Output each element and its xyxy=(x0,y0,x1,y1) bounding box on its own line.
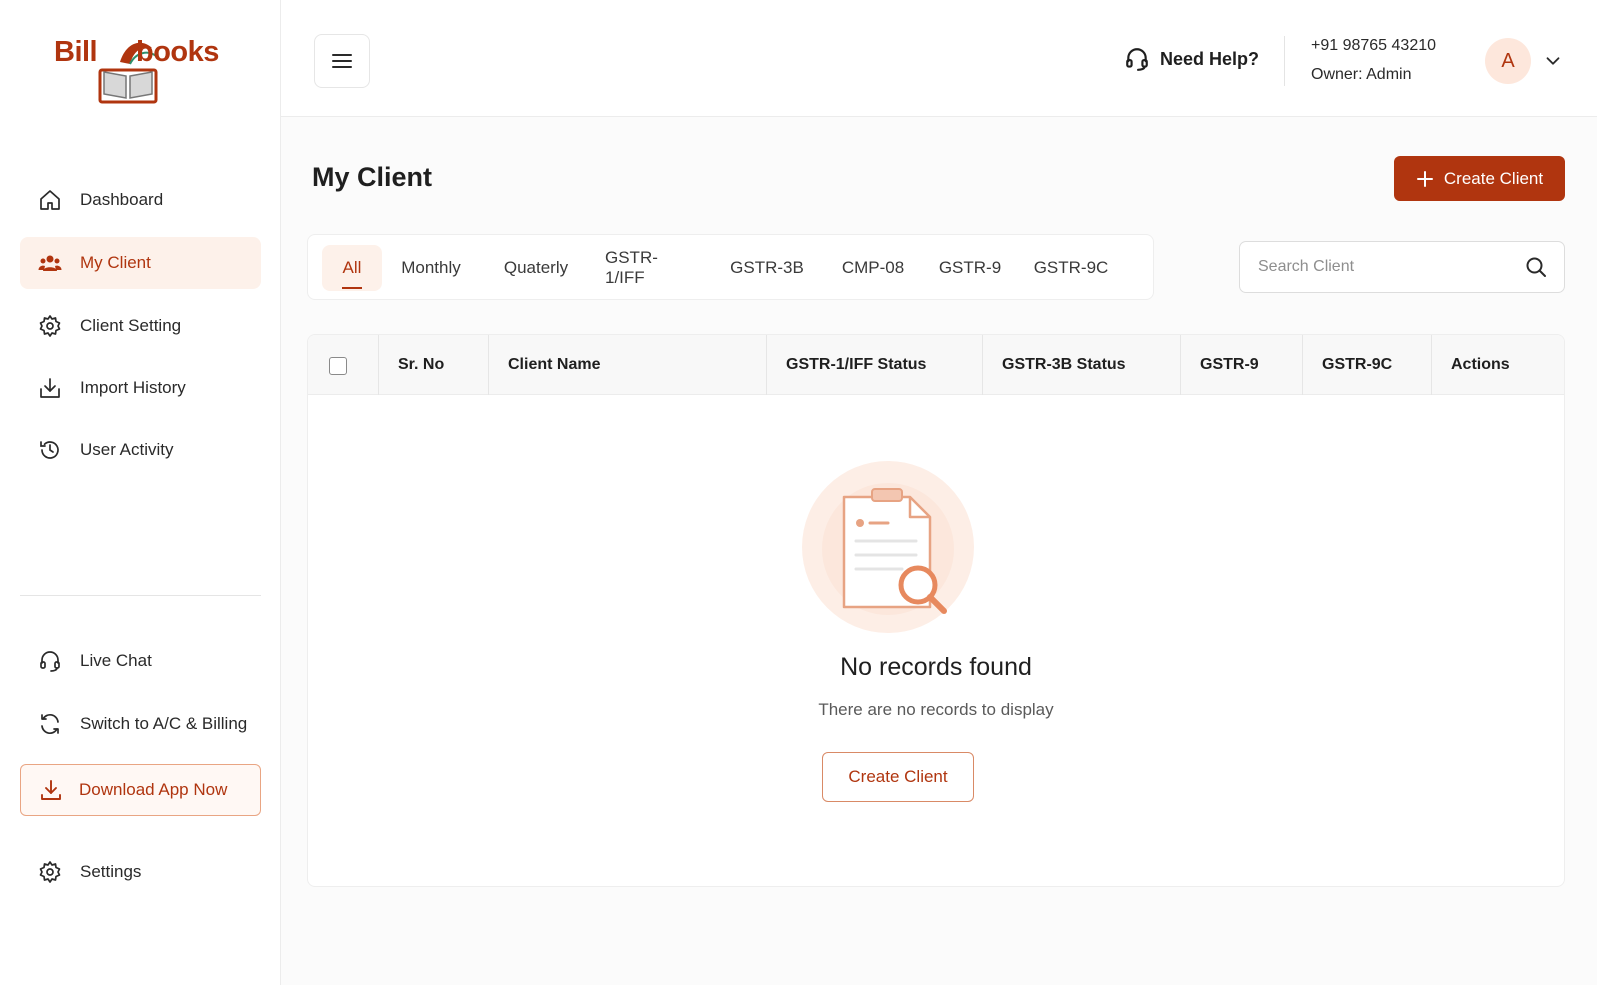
sidebar-item-dashboard[interactable]: Dashboard xyxy=(20,174,261,226)
app-root: Bill books Dashboard My Client Client Se… xyxy=(0,0,1597,985)
download-app-label: Download App Now xyxy=(79,780,228,799)
users-icon xyxy=(38,251,62,275)
logo-text-books: books xyxy=(136,36,219,68)
logo-text-bill: Bill xyxy=(54,36,98,68)
import-icon xyxy=(38,376,62,400)
contact-phone: +91 98765 43210 xyxy=(1311,37,1437,54)
search-input[interactable] xyxy=(1240,242,1510,292)
sidebar-item-label: Switch to A/C & Billing xyxy=(80,714,248,733)
tab-quaterly[interactable]: Quaterly xyxy=(500,245,572,291)
download-app-button[interactable]: Download App Now xyxy=(20,764,261,816)
filter-tabs: All Monthly Quaterly GSTR-1/IFF GSTR-3B … xyxy=(307,234,1154,300)
column-separator xyxy=(1180,335,1181,395)
page-title: My Client xyxy=(312,162,433,192)
column-header-gstr-9c[interactable]: GSTR-9C xyxy=(1322,335,1392,395)
empty-state-subtitle: There are no records to display xyxy=(818,700,1054,719)
sidebar-item-label: Settings xyxy=(80,862,142,881)
owner-label: Owner: Admin xyxy=(1311,66,1412,83)
hamburger-icon xyxy=(332,54,352,68)
sidebar-item-client-setting[interactable]: Client Setting xyxy=(20,300,261,352)
need-help-label: Need Help? xyxy=(1160,48,1260,69)
plus-icon xyxy=(1416,170,1434,188)
tab-cmp-08[interactable]: CMP-08 xyxy=(834,245,912,291)
sidebar: Bill books Dashboard My Client Client Se… xyxy=(0,0,281,985)
hamburger-menu-button[interactable] xyxy=(314,34,370,88)
column-separator xyxy=(1302,335,1303,395)
sidebar-item-my-client[interactable]: My Client xyxy=(20,237,261,289)
column-separator xyxy=(982,335,983,395)
header-divider xyxy=(1284,36,1285,86)
headset-icon xyxy=(1124,46,1150,72)
home-icon xyxy=(38,188,62,212)
table-header: Sr. No Client Name GSTR-1/IFF Status GST… xyxy=(308,335,1564,395)
tab-gstr-1-iff[interactable]: GSTR-1/IFF xyxy=(605,245,695,291)
empty-clipboard-search-icon xyxy=(802,461,974,633)
column-header-client-name[interactable]: Client Name xyxy=(508,335,600,395)
sidebar-item-live-chat[interactable]: Live Chat xyxy=(20,635,261,687)
tab-monthly[interactable]: Monthly xyxy=(396,245,466,291)
column-separator xyxy=(488,335,489,395)
top-header: Need Help? +91 98765 43210 Owner: Admin … xyxy=(281,0,1597,117)
search-icon[interactable] xyxy=(1524,255,1548,279)
create-client-label: Create Client xyxy=(1443,168,1544,188)
tab-gstr-9[interactable]: GSTR-9 xyxy=(936,245,1004,291)
sidebar-item-settings[interactable]: Settings xyxy=(20,846,261,898)
column-separator xyxy=(378,335,379,395)
sidebar-item-switch-billing[interactable]: Switch to A/C & Billing xyxy=(20,698,261,750)
history-icon xyxy=(38,438,62,462)
column-separator xyxy=(1431,335,1432,395)
column-header-sr-no[interactable]: Sr. No xyxy=(398,335,444,395)
sidebar-item-label: Dashboard xyxy=(80,190,164,209)
clients-table: Sr. No Client Name GSTR-1/IFF Status GST… xyxy=(307,334,1565,887)
tab-gstr-9c[interactable]: GSTR-9C xyxy=(1030,245,1112,291)
column-header-gstr-3b-status[interactable]: GSTR-3B Status xyxy=(1002,335,1126,395)
sidebar-divider xyxy=(20,595,261,596)
column-header-gstr-9[interactable]: GSTR-9 xyxy=(1200,335,1259,395)
sidebar-item-label: Import History xyxy=(80,378,186,397)
column-separator xyxy=(766,335,767,395)
avatar[interactable]: A xyxy=(1485,38,1531,84)
create-client-button[interactable]: Create Client xyxy=(1394,156,1565,201)
download-icon xyxy=(39,778,63,802)
gear-icon xyxy=(38,860,62,884)
need-help-link[interactable]: Need Help? xyxy=(1124,46,1259,72)
gear-icon xyxy=(38,314,62,338)
column-header-gstr-1-iff-status[interactable]: GSTR-1/IFF Status xyxy=(786,335,926,395)
sidebar-item-label: User Activity xyxy=(80,440,174,459)
sidebar-item-label: My Client xyxy=(80,253,151,272)
billbooks-logo[interactable]: Bill books xyxy=(54,34,219,106)
empty-state-title: No records found xyxy=(840,653,1032,681)
sidebar-item-label: Live Chat xyxy=(80,651,152,670)
empty-state-create-client-button[interactable]: Create Client xyxy=(822,752,974,802)
sidebar-item-label: Client Setting xyxy=(80,316,182,335)
headset-icon xyxy=(38,649,62,673)
tab-all[interactable]: All xyxy=(322,245,382,291)
switch-icon xyxy=(38,712,62,736)
select-all-checkbox[interactable] xyxy=(329,357,347,375)
sidebar-item-user-activity[interactable]: User Activity xyxy=(20,424,261,476)
tab-gstr-3b[interactable]: GSTR-3B xyxy=(728,245,806,291)
search-box xyxy=(1239,241,1565,293)
chevron-down-icon[interactable] xyxy=(1542,50,1564,72)
column-header-actions: Actions xyxy=(1451,356,1510,373)
sidebar-item-import-history[interactable]: Import History xyxy=(20,362,261,414)
